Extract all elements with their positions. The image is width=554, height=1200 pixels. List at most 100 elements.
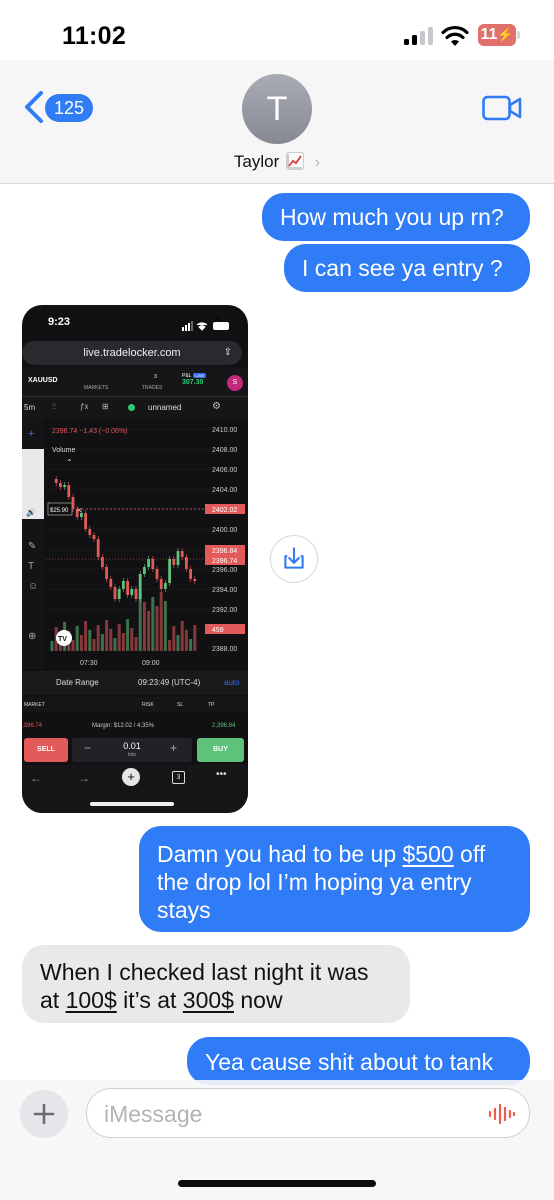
candle-body	[113, 587, 117, 599]
candle-body	[151, 559, 155, 569]
volume-bar	[193, 625, 197, 651]
candle-body	[155, 569, 159, 579]
candle-body	[109, 579, 113, 587]
video-camera-icon[interactable]	[482, 95, 522, 121]
screenshot-battery-text: 71	[214, 318, 221, 324]
chart-screenshot-image[interactable]: 9:23 71 live.tradelocker.com ⇪ XAUUSD MA…	[22, 305, 248, 813]
live-dot	[128, 404, 135, 411]
message-text: How much you up rn?	[280, 204, 504, 230]
screenshot-pl: P&L LIVE 307.30	[182, 373, 207, 386]
message-input[interactable]: iMessage	[86, 1088, 530, 1138]
new-tab-icon: +	[122, 768, 140, 786]
candle-body	[172, 559, 176, 565]
screenshot-home-indicator	[90, 802, 174, 806]
message-text-line: at 100$ it’s at 300$ now	[40, 987, 283, 1013]
candle-body	[96, 539, 100, 557]
message-input-placeholder: iMessage	[104, 1101, 203, 1127]
volume-bar	[96, 625, 100, 651]
message-bubble-sent[interactable]: Damn you had to be up $500 off the drop …	[139, 826, 530, 932]
y-tick-label: 2402.02	[212, 507, 237, 514]
x-tick-label: 07:30	[80, 660, 98, 667]
volume-label: Volume	[52, 447, 75, 454]
x-tick-label: 09:00	[142, 660, 160, 667]
message-bubble-sent[interactable]: How much you up rn?	[262, 193, 530, 241]
plus-icon	[33, 1103, 55, 1125]
status-time: 11:02	[62, 22, 127, 50]
money-link[interactable]: 100$	[66, 987, 117, 1013]
contact-name-row[interactable]: Taylor ›	[0, 152, 554, 172]
volume-bar	[84, 621, 88, 651]
y-tick-label: 2394.00	[212, 587, 237, 594]
audio-waveform-icon[interactable]	[487, 1103, 517, 1125]
y-tick-label: 2396.00	[212, 567, 237, 574]
volume-bar	[138, 593, 142, 651]
money-link[interactable]: 300$	[183, 987, 234, 1013]
volume-bar	[117, 624, 121, 651]
volume-bar	[100, 634, 104, 651]
candle-body	[67, 485, 71, 497]
screenshot-status-icons	[182, 318, 238, 336]
volume-bar	[172, 626, 176, 651]
save-image-button[interactable]	[270, 535, 318, 583]
candle-body	[105, 567, 108, 579]
volume-bar	[163, 601, 167, 651]
collapse-chevron-icon: ⌃	[66, 458, 73, 467]
message-bubble-received[interactable]: When I checked last night it was at 100$…	[22, 945, 410, 1023]
screenshot-layout-name: unnamed	[148, 403, 182, 412]
screenshot-user-avatar: S	[227, 375, 243, 391]
candle-body	[185, 557, 188, 569]
money-link[interactable]: $500	[403, 841, 454, 867]
volume-bar	[184, 630, 188, 651]
settings-gear-icon: ⚙	[212, 401, 221, 412]
buy-button: BUY	[197, 738, 244, 762]
message-bubble-sent[interactable]: I can see ya entry ?	[284, 244, 530, 292]
text-tool-icon: T	[28, 561, 34, 572]
apps-plus-button[interactable]	[20, 1090, 68, 1138]
more-icon: •••	[216, 769, 227, 780]
home-indicator	[178, 1180, 376, 1187]
volume-bar	[79, 635, 83, 651]
battery-nub	[517, 31, 520, 39]
y-tick-label: 2410.00	[212, 427, 237, 434]
brush-icon: ✎	[28, 541, 36, 552]
candle-body	[117, 589, 121, 599]
volume-bar	[151, 597, 155, 651]
conversation-header: 125 T Taylor ›	[0, 60, 554, 184]
tradingview-logo-text: TV	[58, 636, 67, 643]
volume-bar	[50, 641, 54, 651]
speaker-icon: 🔊	[26, 507, 36, 517]
message-bubble-sent[interactable]: Yea cause shit about to tank	[187, 1037, 530, 1085]
emoji-tool-icon: ☺	[28, 581, 38, 592]
price-tag-bg	[205, 624, 245, 634]
candle-body	[143, 567, 146, 574]
margin-text: Margin: $12.02 / 4.35%	[92, 723, 155, 729]
screenshot-markets-tab: MARKETS	[84, 385, 109, 391]
cellular-signal-icon	[404, 27, 434, 45]
ask-price: 2,396.84	[212, 723, 236, 729]
candle-body	[54, 479, 58, 483]
y-tick-label: 2396.74	[212, 558, 237, 565]
contact-avatar[interactable]: T	[242, 74, 312, 144]
back-chevron-icon[interactable]	[22, 90, 46, 124]
volume-bar	[155, 606, 159, 651]
wifi-icon	[441, 25, 469, 46]
screenshot-price-row: ,396.74 Margin: $12.02 / 4.35% 2,396.84	[22, 719, 248, 733]
y-tick-label: 2404.00	[212, 487, 237, 494]
candle-body	[71, 497, 75, 509]
candle-body	[176, 551, 180, 565]
message-text: I can see ya entry ?	[302, 255, 503, 281]
plus-icon: +	[170, 741, 178, 755]
volume-bar	[147, 611, 151, 651]
candle-body	[159, 579, 163, 589]
screenshot-url: live.tradelocker.com	[83, 347, 181, 359]
tp-tab: TP	[208, 702, 215, 708]
download-icon	[284, 547, 304, 569]
unread-count-badge[interactable]: 125	[45, 94, 94, 122]
volume-bar	[126, 619, 130, 651]
volume-bar	[134, 637, 138, 651]
candle-body	[75, 509, 79, 517]
contact-name: Taylor	[233, 152, 280, 171]
indicators-icon: ƒx	[80, 402, 89, 411]
y-tick-label: 2408.00	[212, 447, 237, 454]
candle-body	[122, 581, 125, 589]
